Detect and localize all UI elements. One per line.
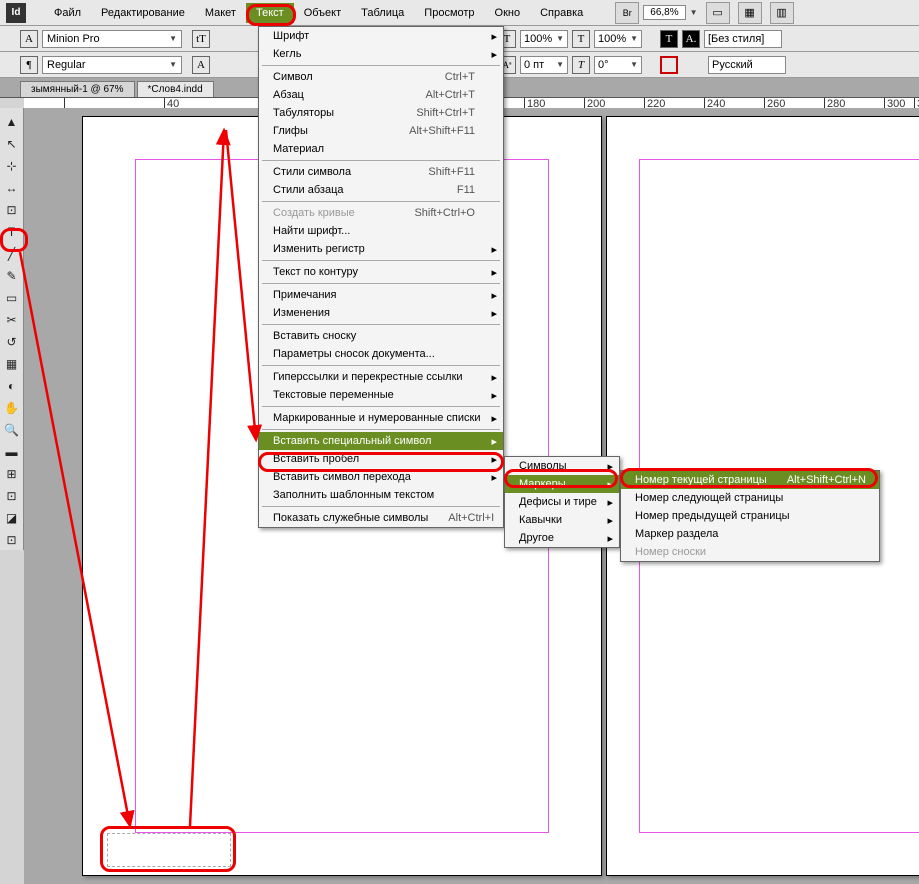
menu-item[interactable]: Стили абзацаF11 [259, 181, 503, 199]
tool-15[interactable]: ▬ [2, 442, 22, 462]
tool-17[interactable]: ⊡ [2, 486, 22, 506]
screen-mode-icon[interactable]: ▭ [706, 2, 730, 24]
menu-item[interactable]: Шрифт▸ [259, 27, 503, 45]
menu-item[interactable]: Найти шрифт... [259, 222, 503, 240]
menu-Файл[interactable]: Файл [44, 3, 91, 23]
tool-14[interactable]: 🔍 [2, 420, 22, 440]
menu-item[interactable]: Вставить символ перехода▸ [259, 468, 503, 486]
menu-bar: Id ФайлРедактированиеМакетТекстОбъектТаб… [0, 0, 919, 26]
menu-item[interactable]: Показать служебные символыAlt+Ctrl+I [259, 509, 503, 527]
menu-item[interactable]: Номер следующей страницы [621, 489, 879, 507]
menu-item[interactable]: Номер текущей страницыAlt+Shift+Ctrl+N [621, 471, 879, 489]
menu-item: Номер сноски [621, 543, 879, 561]
menu-Справка[interactable]: Справка [530, 3, 593, 23]
paragraph-mode-icon[interactable]: ¶ [20, 56, 38, 74]
leading-icon[interactable]: A [192, 56, 210, 74]
menu-item[interactable]: Вставить сноску [259, 327, 503, 345]
text-frame[interactable] [107, 833, 231, 867]
app-logo: Id [6, 3, 26, 23]
menu-Макет[interactable]: Макет [195, 3, 246, 23]
zoom-level[interactable]: 66,8% [643, 5, 685, 20]
tool-7[interactable]: ✎ [2, 266, 22, 286]
menu-item[interactable]: Символы▸ [505, 457, 619, 475]
menu-item[interactable]: Изменить регистр▸ [259, 240, 503, 258]
tool-19[interactable]: ⊡ [2, 530, 22, 550]
tool-12[interactable]: ◐ [2, 376, 22, 396]
menu-item[interactable]: Текстовые переменные▸ [259, 386, 503, 404]
menu-item[interactable]: ТабуляторыShift+Ctrl+T [259, 104, 503, 122]
toolbox: ▲↖⊹↔⊡T╱✎▭✂↺▦◐✋🔍▬⊞⊡◪⊡ [0, 108, 24, 550]
menu-item[interactable]: Маркер раздела [621, 525, 879, 543]
menu-item[interactable]: Гиперссылки и перекрестные ссылки▸ [259, 368, 503, 386]
char-style-select[interactable]: [Без стиля] [704, 30, 782, 48]
tool-18[interactable]: ◪ [2, 508, 22, 528]
tool-10[interactable]: ↺ [2, 332, 22, 352]
menu-item[interactable]: Кегль▸ [259, 45, 503, 63]
tool-1[interactable]: ↖ [2, 134, 22, 154]
menu-item[interactable]: СимволCtrl+T [259, 68, 503, 86]
tool-11[interactable]: ▦ [2, 354, 22, 374]
tool-16[interactable]: ⊞ [2, 464, 22, 484]
menu-item[interactable]: Другое▸ [505, 529, 619, 547]
menu-Объект[interactable]: Объект [294, 3, 351, 23]
menu-item[interactable]: Номер предыдущей страницы [621, 507, 879, 525]
menu-item[interactable]: ГлифыAlt+Shift+F11 [259, 122, 503, 140]
tool-4[interactable]: ⊡ [2, 200, 22, 220]
stroke-icon[interactable] [660, 56, 678, 74]
fill-icon[interactable]: T [660, 30, 678, 48]
character-mode-icon[interactable]: A [20, 30, 38, 48]
tool-13[interactable]: ✋ [2, 398, 22, 418]
menu-item[interactable]: Дефисы и тире▸ [505, 493, 619, 511]
tool-0[interactable]: ▲ [2, 112, 22, 132]
menu-Окно[interactable]: Окно [485, 3, 531, 23]
menu-item[interactable]: Параметры сносок документа... [259, 345, 503, 363]
scale-h-select[interactable]: 100%▼ [520, 30, 568, 48]
menu-Просмотр[interactable]: Просмотр [414, 3, 484, 23]
font-family-select[interactable]: Minion Pro▼ [42, 30, 182, 48]
tool-3[interactable]: ↔ [2, 178, 22, 198]
tt-icon[interactable]: tT [192, 30, 210, 48]
menu-Редактирование[interactable]: Редактирование [91, 3, 195, 23]
view-options-icon[interactable]: ▥ [770, 2, 794, 24]
skew-value[interactable]: 0°▼ [594, 56, 642, 74]
menu-item[interactable]: АбзацAlt+Ctrl+T [259, 86, 503, 104]
menu-item[interactable]: Заполнить шаблонным текстом [259, 486, 503, 504]
menu-item[interactable]: Стили символаShift+F11 [259, 163, 503, 181]
menu-item[interactable]: Материал [259, 140, 503, 158]
tool-5[interactable]: T [2, 222, 22, 242]
tool-8[interactable]: ▭ [2, 288, 22, 308]
tool-9[interactable]: ✂ [2, 310, 22, 330]
language-select[interactable]: Русский [708, 56, 786, 74]
doc-tab[interactable]: зымянный-1 @ 67% [20, 81, 135, 97]
tool-6[interactable]: ╱ [2, 244, 22, 264]
font-weight-select[interactable]: Regular▼ [42, 56, 182, 74]
menu-item[interactable]: Изменения▸ [259, 304, 503, 322]
scale-v-select[interactable]: 100%▼ [594, 30, 642, 48]
arrange-icon[interactable]: ▦ [738, 2, 762, 24]
tool-2[interactable]: ⊹ [2, 156, 22, 176]
doc-tab[interactable]: *Слов4.indd [137, 81, 214, 97]
menu-item[interactable]: Вставить специальный символ▸ [259, 432, 503, 450]
menu-item[interactable]: Маркированные и нумерованные списки▸ [259, 409, 503, 427]
menu-Текст[interactable]: Текст [246, 3, 294, 23]
scale-v-icon: T [572, 30, 590, 48]
menu-item[interactable]: Маркеры▸ [505, 475, 619, 493]
menu-Таблица[interactable]: Таблица [351, 3, 414, 23]
menu-item[interactable]: Вставить пробел▸ [259, 450, 503, 468]
skew-icon: T [572, 56, 590, 74]
char-style-icon[interactable]: A. [682, 30, 700, 48]
menu-item[interactable]: Примечания▸ [259, 286, 503, 304]
markers-submenu: Номер текущей страницыAlt+Shift+Ctrl+NНо… [620, 470, 880, 562]
text-menu-dropdown: Шрифт▸Кегль▸СимволCtrl+TАбзацAlt+Ctrl+TТ… [258, 26, 504, 528]
insert-special-submenu: Символы▸Маркеры▸Дефисы и тире▸Кавычки▸Др… [504, 456, 620, 548]
menu-item: Создать кривыеShift+Ctrl+O [259, 204, 503, 222]
menu-item[interactable]: Текст по контуру▸ [259, 263, 503, 281]
menu-item[interactable]: Кавычки▸ [505, 511, 619, 529]
baseline-shift[interactable]: 0 пт▼ [520, 56, 568, 74]
bridge-icon[interactable]: Br [615, 2, 639, 24]
